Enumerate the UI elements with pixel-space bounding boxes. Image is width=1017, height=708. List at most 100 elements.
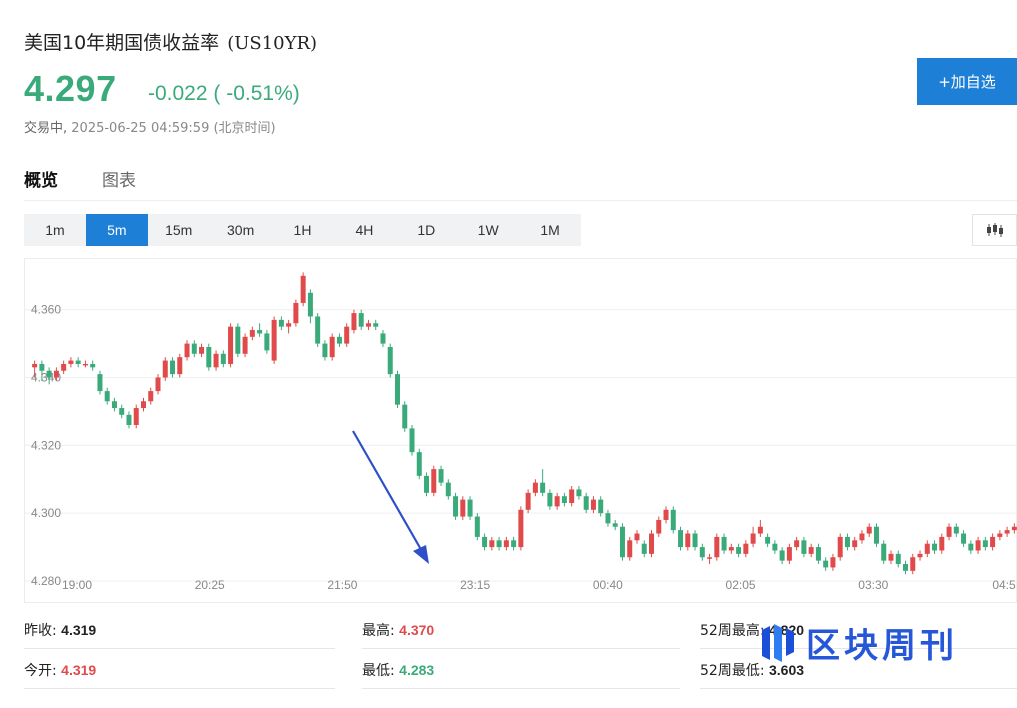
candle-body xyxy=(532,482,538,493)
candle-body xyxy=(126,414,132,425)
x-tick-label: 00:40 xyxy=(593,578,623,592)
instrument-symbol: (US10YR) xyxy=(227,33,318,54)
candle-body xyxy=(119,408,125,415)
candle-body xyxy=(881,543,887,561)
instrument-name: 美国10年期国债收益率 xyxy=(24,32,220,54)
low-label: 最低: xyxy=(362,663,395,679)
low-value: 4.283 xyxy=(399,662,435,678)
tab-overview[interactable]: 概览 xyxy=(24,166,58,191)
candle-body xyxy=(148,391,154,402)
candle-body xyxy=(104,391,110,402)
candle-body xyxy=(663,509,669,520)
candle-body xyxy=(329,336,335,358)
watermark-text: 区块周刊 xyxy=(806,626,958,666)
candle-body xyxy=(293,302,299,324)
candle-body xyxy=(90,363,96,368)
interval-1d[interactable]: 1D xyxy=(395,214,457,246)
candle-body xyxy=(264,333,270,351)
candle-body xyxy=(402,404,408,429)
candlestick-icon xyxy=(986,223,1003,237)
candle-body xyxy=(228,326,234,364)
candle-body xyxy=(721,536,727,551)
candle-body xyxy=(990,536,996,548)
candle-body xyxy=(619,526,625,558)
candle-body xyxy=(982,540,988,548)
candle-body xyxy=(344,326,350,344)
candle-body xyxy=(482,536,488,548)
candle-body xyxy=(576,489,582,497)
candle-body xyxy=(852,540,858,548)
candle-body xyxy=(257,330,263,334)
trading-status: 交易中, 2025-06-25 04:59:59 (北京时间) xyxy=(24,117,276,136)
candle-body xyxy=(583,496,589,510)
candle-body xyxy=(910,557,916,571)
tab-chart[interactable]: 图表 xyxy=(102,166,136,191)
interval-5m[interactable]: 5m xyxy=(85,214,148,246)
interval-1mo[interactable]: 1M xyxy=(519,214,581,246)
candle-body xyxy=(1004,530,1010,534)
candle-body xyxy=(728,547,734,551)
x-tick-label: 21:50 xyxy=(327,578,357,592)
candle-body xyxy=(358,313,364,327)
candle-body xyxy=(975,540,981,551)
candle-body xyxy=(111,401,117,409)
interval-4h[interactable]: 4H xyxy=(333,214,395,246)
x-tick-label: 23:15 xyxy=(460,578,490,592)
price-chart[interactable]: 4.360 4.340 4.320 4.300 4.280 19:00 20:25 21:50… xyxy=(24,258,1017,603)
candle-body xyxy=(32,363,38,368)
candle-body xyxy=(946,526,952,537)
candle-body xyxy=(547,492,553,507)
price-change: -0.022 ( -0.51%) xyxy=(148,82,300,105)
candle-body xyxy=(939,536,945,551)
prev-close-value: 4.319 xyxy=(61,622,97,638)
add-to-watchlist-button[interactable]: +加自选 xyxy=(917,58,1017,105)
candle-body xyxy=(235,326,241,354)
candle-body xyxy=(634,533,640,541)
chart-type-button[interactable] xyxy=(972,214,1017,246)
candle-body xyxy=(184,343,190,358)
candlestick-chart: 4.3604.3404.3204.3004.280 19:00 20:25 21:50… xyxy=(25,272,1017,592)
candle-body xyxy=(61,363,67,371)
interval-15m[interactable]: 15m xyxy=(148,214,210,246)
interval-30m[interactable]: 30m xyxy=(210,214,272,246)
candle-body xyxy=(409,428,415,453)
interval-1w[interactable]: 1W xyxy=(457,214,519,246)
interval-1m[interactable]: 1m xyxy=(24,214,86,246)
interval-1h[interactable]: 1H xyxy=(272,214,334,246)
divider xyxy=(24,688,335,689)
candle-body xyxy=(213,353,219,368)
candle-body xyxy=(387,347,393,375)
candle-body xyxy=(765,536,771,544)
wk52-high-label: 52周最高: xyxy=(700,623,765,639)
interval-selector: 1m 5m 15m 30m 1H 4H 1D 1W 1M xyxy=(24,214,581,246)
candle-body xyxy=(511,540,517,548)
candle-body xyxy=(808,547,814,554)
candle-body xyxy=(177,357,183,375)
candle-body xyxy=(394,374,400,405)
candle-body xyxy=(743,543,749,554)
candle-body xyxy=(460,499,466,517)
candle-body xyxy=(206,347,212,368)
candle-body xyxy=(699,547,705,558)
candle-body xyxy=(199,347,205,354)
y-tick-label: 4.300 xyxy=(31,506,61,520)
watermark: 区块周刊 xyxy=(758,618,958,667)
candle-body xyxy=(561,496,567,503)
candle-body xyxy=(503,540,509,548)
open-value: 4.319 xyxy=(61,662,97,678)
candle-body xyxy=(750,533,756,544)
candle-body xyxy=(540,482,546,493)
last-price: 4.297 xyxy=(24,68,117,109)
candle-body xyxy=(162,360,168,378)
candle-body xyxy=(315,316,321,344)
candle-body xyxy=(641,543,647,554)
high-value: 4.370 xyxy=(399,622,435,638)
candle-body xyxy=(453,496,459,517)
candle-body xyxy=(605,513,611,524)
candle-body xyxy=(866,526,872,534)
candle-body xyxy=(707,557,713,559)
divider xyxy=(362,648,680,649)
candle-body xyxy=(373,323,379,327)
y-tick-label: 4.320 xyxy=(31,438,61,452)
candle-body xyxy=(467,499,473,517)
